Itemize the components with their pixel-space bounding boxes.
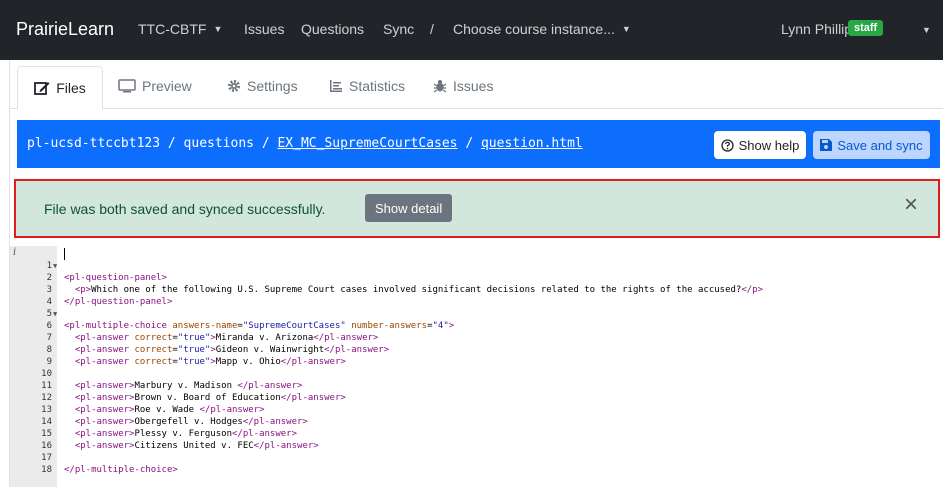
course-dropdown[interactable]: TTC-CBTF ▼ — [138, 21, 222, 37]
code-line: 9 — [46, 357, 52, 367]
code-line: 10 <pl-answer>Marbury v. Madison </pl-an… — [41, 369, 303, 391]
breadcrumb-file-link[interactable]: question.html — [481, 136, 583, 151]
tab-preview[interactable]: Preview — [118, 78, 192, 94]
show-detail-button[interactable]: Show detail — [365, 194, 453, 222]
edit-icon — [34, 82, 50, 95]
code-line: 12 <pl-answer>Roe v. Wade </pl-answer> — [41, 393, 265, 415]
monitor-icon — [118, 79, 136, 93]
tab-statistics[interactable]: Statistics — [329, 78, 405, 94]
question-circle-icon — [720, 138, 734, 152]
tab-issues[interactable]: Issues — [433, 78, 493, 94]
course-instance-dropdown[interactable]: Choose course instance... ▼ — [453, 21, 631, 37]
code-line: 7 <pl-answer correct="true">Gideon v. Wa… — [46, 333, 390, 355]
text-cursor — [64, 248, 65, 260]
nav-issues-link[interactable]: Issues — [244, 21, 284, 37]
caret-down-icon: ▼ — [621, 24, 631, 34]
stats-icon — [330, 80, 342, 92]
code-line: 11 <pl-answer>Brown v. Board of Educatio… — [41, 381, 346, 403]
code-line: 16 — [41, 441, 52, 451]
show-help-button[interactable]: Show help — [714, 131, 806, 159]
code-line: 3 </pl-question-panel> — [46, 285, 173, 307]
caret-down-icon: ▼ — [213, 24, 223, 34]
alert-message: File was both saved and synced successfu… — [44, 201, 326, 217]
code-line: 8 <pl-answer correct="true">Mapp v. Ohio… — [46, 345, 346, 367]
code-line: 2 <p>Which one of the following U.S. Sup… — [46, 273, 764, 295]
tab-settings[interactable]: Settings — [227, 78, 298, 94]
gear-icon — [228, 80, 240, 92]
code-line: 4 — [46, 297, 52, 307]
close-icon[interactable]: × — [904, 193, 918, 217]
code-line: 18 — [41, 465, 52, 475]
breadcrumb: pl-ucsd-ttccbt123 / questions / EX_MC_Su… — [27, 136, 583, 151]
save-and-sync-button[interactable]: Save and sync — [813, 131, 930, 159]
breadcrumb-questions: questions — [183, 136, 254, 151]
caret-down-icon[interactable]: ▼ — [922, 25, 931, 35]
bug-icon — [433, 80, 447, 93]
staff-badge: staff — [848, 20, 884, 36]
brand-link[interactable]: PrairieLearn — [16, 19, 114, 40]
tabs-divider — [10, 108, 943, 109]
code-line: 17 </pl-multiple-choice> — [41, 453, 178, 475]
top-navbar: PrairieLearn TTC-CBTF ▼ Issues Questions … — [0, 0, 943, 60]
code-editor[interactable]: i 1 ▼ <pl-question-panel> 2 <p>Which one … — [10, 246, 943, 487]
code-line: 5 ▼ <pl-multiple-choice answers-name="Sup… — [46, 309, 455, 331]
tab-files[interactable]: Files — [17, 66, 103, 110]
code-line: 1 ▼ <pl-question-panel> — [10, 248, 943, 283]
save-icon — [820, 139, 833, 151]
nav-separator: / — [430, 21, 434, 37]
code-line: 15 <pl-answer>Citizens United v. FEC</pl… — [41, 429, 319, 451]
code-line: 13 <pl-answer>Obergefell v. Hodges</pl-a… — [41, 405, 308, 427]
code-line: 6 <pl-answer correct="true">Miranda v. A… — [46, 321, 379, 343]
breadcrumb-root: pl-ucsd-ttccbt123 — [27, 136, 161, 151]
nav-questions-link[interactable]: Questions — [301, 21, 364, 37]
success-alert: File was both saved and synced successfu… — [14, 179, 940, 238]
breadcrumb-question-link[interactable]: EX_MC_SupremeCourtCases — [277, 136, 457, 151]
code-line: 14 <pl-answer>Plessy v. Ferguson</pl-ans… — [41, 417, 298, 439]
nav-sync-link[interactable]: Sync — [383, 21, 414, 37]
